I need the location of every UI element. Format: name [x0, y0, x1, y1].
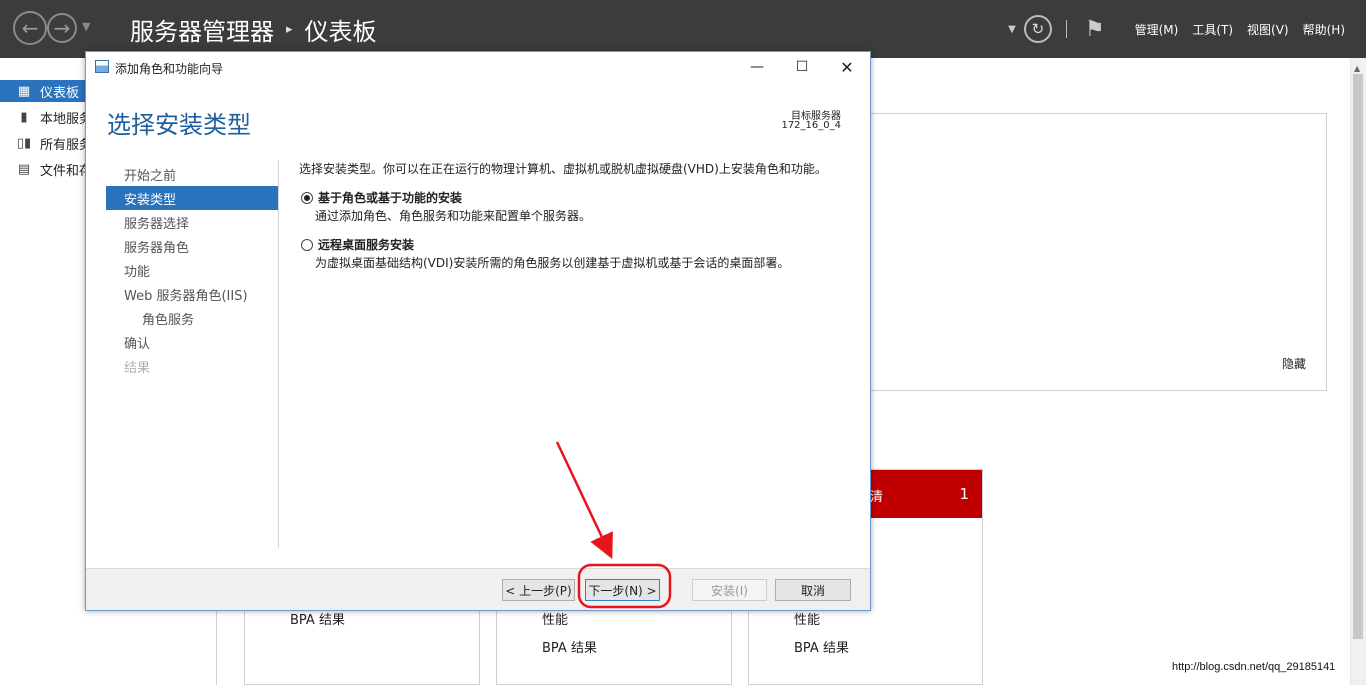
dialog-titlebar[interactable]: 添加角色和功能向导 — ☐ ✕ — [86, 52, 870, 82]
tile-performance[interactable]: 性能 — [542, 609, 568, 628]
arrow-left-icon: ← — [21, 16, 39, 40]
steps-divider — [278, 160, 279, 548]
page-title: 选择安装类型 — [107, 111, 251, 139]
tile-title-partial: 清 — [870, 490, 884, 505]
breadcrumb-page: 仪表板 — [304, 18, 377, 46]
server-icon: ▮ — [20, 109, 28, 125]
menu-manage[interactable]: 管理(M) — [1135, 21, 1179, 38]
step-installation-type[interactable]: 安装类型 — [106, 186, 278, 210]
previous-button[interactable]: < 上一步(P) — [502, 579, 575, 601]
wizard-content: 选择安装类型。你可以在正在运行的物理计算机、虚拟机或脱机虚拟硬盘(VHD)上安装… — [299, 160, 859, 270]
toolbar-divider — [1065, 20, 1067, 38]
chevron-down-icon[interactable]: ▼ — [1008, 24, 1016, 35]
maximize-icon: ☐ — [795, 59, 809, 75]
tile-alert-header[interactable]: 清 1 — [870, 470, 982, 518]
tile-bpa-results[interactable]: BPA 结果 — [542, 637, 597, 656]
tile-bpa-results[interactable]: BPA 结果 — [794, 637, 849, 656]
minimize-icon: — — [750, 59, 764, 75]
welcome-panel — [860, 113, 1327, 391]
step-server-roles[interactable]: 服务器角色 — [106, 234, 278, 258]
dashboard-icon: ▦ — [17, 83, 31, 99]
step-results: 结果 — [124, 360, 151, 376]
back-button[interactable]: ← — [13, 11, 47, 45]
add-roles-wizard-dialog: 添加角色和功能向导 — ☐ ✕ 选择安装类型 目标服务器 172_16_0_4 … — [85, 51, 871, 611]
radio-role-based[interactable] — [301, 192, 313, 204]
intro-text: 选择安装类型。你可以在正在运行的物理计算机、虚拟机或脱机虚拟硬盘(VHD)上安装… — [299, 162, 827, 176]
top-toolbar: ▼ ↻ ⚑ 管理(M) 工具(T) 视图(V) 帮助(H) — [1008, 0, 1366, 58]
step-server-selection[interactable]: 服务器选择 — [106, 210, 278, 234]
tile-bpa-results[interactable]: BPA 结果 — [290, 609, 345, 628]
breadcrumb: 服务器管理器 ▸ 仪表板 — [130, 12, 377, 47]
servers-icon: ▯▮ — [16, 135, 32, 151]
arrow-right-icon: → — [53, 16, 71, 40]
menu-tools[interactable]: 工具(T) — [1192, 21, 1233, 38]
wizard-steps: 开始之前 安装类型 服务器选择 服务器角色 功能 Web 服务器角色(IIS) … — [106, 162, 278, 378]
tile-performance[interactable]: 性能 — [794, 609, 820, 628]
refresh-icon[interactable]: ↻ — [1023, 15, 1052, 43]
flag-icon[interactable]: ⚑ — [1085, 17, 1105, 42]
menu-view[interactable]: 视图(V) — [1247, 21, 1289, 38]
option-description: 通过添加角色、角色服务和功能来配置单个服务器。 — [315, 209, 592, 223]
dialog-footer: < 上一步(P) 下一步(N) > 安装(I) 取消 — [86, 568, 870, 610]
scrollbar-thumb[interactable] — [1353, 74, 1363, 639]
menu-help[interactable]: 帮助(H) — [1303, 21, 1345, 38]
cancel-button[interactable]: 取消 — [775, 579, 851, 601]
history-dropdown-icon[interactable]: ▼ — [82, 20, 90, 33]
close-button[interactable]: ✕ — [833, 56, 861, 78]
radio-remote-desktop[interactable] — [301, 239, 313, 251]
title-bar: ← → ▼ 服务器管理器 ▸ 仪表板 ▼ ↻ ⚑ 管理(M) 工具(T) 视图(… — [0, 0, 1366, 58]
step-confirmation[interactable]: 确认 — [106, 330, 278, 354]
dialog-title: 添加角色和功能向导 — [115, 62, 224, 76]
target-server-value: 172_16_0_4 — [781, 120, 841, 131]
step-before-you-begin[interactable]: 开始之前 — [106, 162, 278, 186]
step-web-server-role[interactable]: Web 服务器角色(IIS) — [106, 282, 278, 306]
option-description: 为虚拟桌面基础结构(VDI)安装所需的角色服务以创建基于虚拟机或基于会话的桌面部… — [315, 256, 790, 270]
watermark-url: http://blog.csdn.net/qq_29185141 — [1172, 661, 1336, 673]
nav-item-label: 仪表板 — [40, 85, 80, 101]
step-features[interactable]: 功能 — [106, 258, 278, 282]
close-icon: ✕ — [840, 57, 854, 77]
wizard-app-icon — [95, 60, 109, 73]
option-label[interactable]: 基于角色或基于功能的安装 — [318, 189, 462, 206]
minimize-button[interactable]: — — [743, 56, 771, 78]
forward-button[interactable]: → — [47, 13, 77, 43]
breadcrumb-separator: ▸ — [286, 22, 293, 37]
maximize-button[interactable]: ☐ — [788, 56, 816, 78]
step-role-services[interactable]: 角色服务 — [106, 306, 278, 330]
scroll-up-icon[interactable]: ▲ — [1354, 64, 1360, 73]
breadcrumb-app[interactable]: 服务器管理器 — [130, 12, 274, 47]
install-button: 安装(I) — [692, 579, 767, 601]
alert-count: 1 — [959, 485, 969, 503]
file-storage-icon: ▤ — [17, 161, 31, 177]
hide-link[interactable]: 隐藏 — [1282, 355, 1306, 372]
next-button[interactable]: 下一步(N) > — [585, 579, 660, 601]
option-label[interactable]: 远程桌面服务安装 — [318, 236, 414, 253]
